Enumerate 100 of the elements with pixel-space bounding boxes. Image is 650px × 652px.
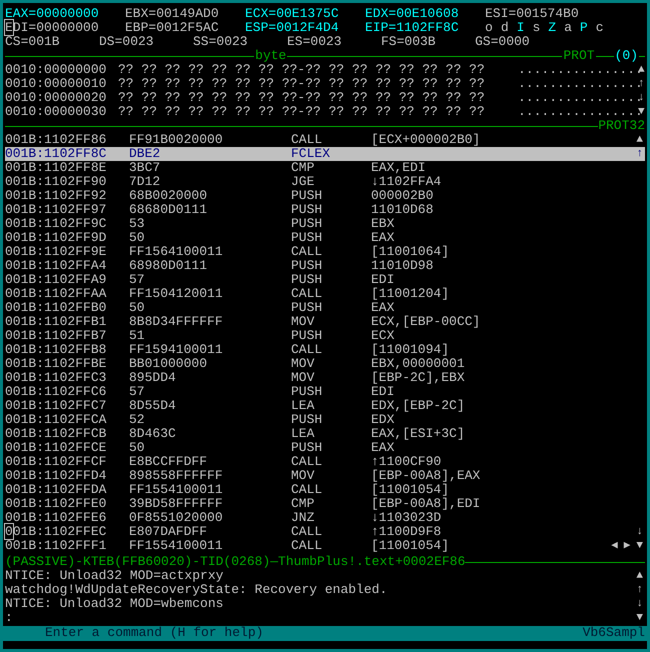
operands: [11001094] bbox=[371, 343, 450, 357]
register-value: DI=00000000 bbox=[12, 20, 99, 35]
operands: ↑1100D9F8 bbox=[371, 525, 442, 539]
operands: EBX bbox=[371, 217, 396, 231]
scroll-arrow[interactable]: ↑ bbox=[636, 583, 645, 597]
code-address: 001B:1102FFF1 bbox=[5, 539, 108, 553]
operands: [11001064] bbox=[371, 245, 450, 259]
mnemonic: PUSH bbox=[291, 259, 324, 273]
hex-bytes: ?? ?? ?? ?? ?? ?? ?? ??-?? ?? ?? ?? ?? ?? ?? ?? bbox=[118, 105, 486, 119]
mnemonic: PUSH bbox=[291, 189, 324, 203]
mnemonic: PUSH bbox=[291, 217, 324, 231]
operands: EAX,[ESI+3C] bbox=[371, 427, 466, 441]
segment-register: FS=003B bbox=[381, 35, 437, 49]
code-address: 001B:1102FF97 bbox=[5, 203, 108, 217]
operands: EDI bbox=[371, 273, 396, 287]
code-address: 001B:1102FFA4 bbox=[5, 259, 108, 273]
code-address: 001B:1102FFCA bbox=[5, 413, 108, 427]
mnemonic: LEA bbox=[291, 399, 316, 413]
code-address: 001B:1102FFBE bbox=[5, 357, 108, 371]
mnemonic: CALL bbox=[291, 133, 324, 147]
scroll-arrow[interactable]: ▶ bbox=[624, 539, 630, 553]
text-cursor: 0 bbox=[5, 524, 13, 539]
mnemonic: PUSH bbox=[291, 441, 324, 455]
operands: EDI bbox=[371, 385, 396, 399]
scroll-arrow[interactable]: ▲ bbox=[636, 569, 645, 583]
pane-label: byte bbox=[254, 49, 288, 63]
segment-register: ES=0023 bbox=[287, 35, 343, 49]
pane-label: PROT32 bbox=[598, 119, 645, 133]
hex-bytes: ?? ?? ?? ?? ?? ?? ?? ??-?? ?? ?? ?? ?? ?? ?? ?? bbox=[118, 63, 486, 77]
operands: [EBP-00A8],EAX bbox=[371, 469, 482, 483]
register-value: ESI=001574B0 bbox=[485, 7, 580, 21]
code-address: 001B:1102FF86 bbox=[5, 133, 108, 147]
code-address: 001B:1102FFC7 bbox=[5, 399, 108, 413]
mnemonic: MOV bbox=[291, 315, 316, 329]
mnemonic: JNZ bbox=[291, 511, 316, 525]
code-address: 001B:1102FFE6 bbox=[5, 511, 108, 525]
scroll-arrow[interactable]: ▲ bbox=[636, 133, 643, 147]
opcode-bytes: 898558FFFFFF bbox=[129, 469, 224, 483]
code-address: 001B:1102FFD4 bbox=[5, 469, 108, 483]
code-address: 001B:1102FF9E bbox=[5, 245, 108, 259]
opcode-bytes: 53 bbox=[129, 217, 146, 231]
mnemonic: MOV bbox=[291, 469, 316, 483]
code-address: 001B:1102FFAA bbox=[5, 287, 108, 301]
flag-label: d bbox=[500, 21, 509, 35]
operands: EAX,EDI bbox=[371, 161, 427, 175]
scroll-arrow[interactable]: ↓ bbox=[636, 597, 645, 611]
code-address: 001B:1102FFCB bbox=[5, 427, 108, 441]
opcode-bytes: 50 bbox=[129, 301, 146, 315]
register-value: ECX=00E1375C bbox=[245, 7, 340, 21]
code-address: 01B:1102FFEC bbox=[12, 524, 106, 539]
scroll-arrow[interactable]: ▼ bbox=[636, 611, 645, 625]
opcode-bytes: DBE2 bbox=[129, 147, 162, 161]
scroll-arrow[interactable]: ▼ bbox=[636, 539, 643, 553]
ascii-dump: ................ bbox=[518, 91, 638, 105]
flag-label: Z bbox=[548, 21, 556, 35]
scroll-arrow[interactable]: ◀ bbox=[611, 539, 618, 553]
flag-label: a bbox=[564, 21, 572, 35]
selected-row[interactable]: 001B:1102FF8C DBE2 FCLEX ↑ bbox=[5, 147, 645, 161]
opcode-bytes: FF1554100011 bbox=[129, 539, 224, 553]
scroll-arrow[interactable]: ▼ bbox=[638, 105, 645, 119]
operands: 11010D68 bbox=[371, 203, 434, 217]
opcode-bytes: 8B8D34FFFFFF bbox=[129, 315, 224, 329]
flag-label: I bbox=[516, 21, 524, 35]
mnemonic: PUSH bbox=[291, 231, 324, 245]
operands: EAX bbox=[371, 441, 396, 455]
mnemonic: FCLEX bbox=[291, 147, 332, 161]
code-address: 001B:1102FFA9 bbox=[5, 273, 108, 287]
scroll-arrow[interactable]: ▲ bbox=[638, 63, 645, 77]
opcode-bytes: 50 bbox=[129, 441, 146, 455]
operands: ↓1103023D bbox=[371, 511, 442, 525]
scroll-arrow[interactable]: ↓ bbox=[636, 525, 643, 539]
operands: EDX,[EBP-2C] bbox=[371, 399, 466, 413]
mnemonic: PUSH bbox=[291, 273, 324, 287]
mnemonic: JGE bbox=[291, 175, 316, 189]
memory-address: 0010:00000030 bbox=[5, 105, 108, 119]
log-line: watchdog!WdUpdateRecoveryState: Recovery enabled. bbox=[5, 583, 388, 597]
segment-register: SS=0023 bbox=[193, 35, 249, 49]
code-address: 001B:1102FFE0 bbox=[5, 497, 108, 511]
scroll-arrow[interactable]: ↑ bbox=[636, 147, 643, 161]
mnemonic: MOV bbox=[291, 357, 316, 371]
segment-register: CS=001B bbox=[5, 35, 61, 49]
code-address: 001B:1102FF9C bbox=[5, 217, 108, 231]
opcode-bytes: BB01000000 bbox=[129, 357, 208, 371]
operands: 000002B0 bbox=[371, 189, 434, 203]
operands: EDX bbox=[371, 413, 396, 427]
code-address: 001B:1102FF9D bbox=[5, 231, 108, 245]
operands: ↓1102FFA4 bbox=[371, 175, 442, 189]
command-hint: Enter a command (H for help) bbox=[45, 626, 264, 641]
memory-address: 0010:00000000 bbox=[5, 63, 108, 77]
hex-bytes: ?? ?? ?? ?? ?? ?? ?? ??-?? ?? ?? ?? ?? ?? ?? ?? bbox=[118, 77, 486, 91]
mnemonic: CALL bbox=[291, 287, 324, 301]
status-line: (PASSIVE)-KTEB(FFB60020)-TID(0268)—ThumbPlus!.text+0002EF86 bbox=[5, 555, 466, 569]
mnemonic: PUSH bbox=[291, 203, 324, 217]
ascii-dump: ................ bbox=[518, 105, 638, 119]
opcode-bytes: 3BC7 bbox=[129, 161, 162, 175]
register-value: ESP=0012F4D4 bbox=[245, 21, 340, 35]
operands: [11001204] bbox=[371, 287, 450, 301]
opcode-bytes: 57 bbox=[129, 273, 146, 287]
module-name: Vb6Sampl bbox=[582, 626, 645, 641]
opcode-bytes: FF91B0020000 bbox=[129, 133, 224, 147]
